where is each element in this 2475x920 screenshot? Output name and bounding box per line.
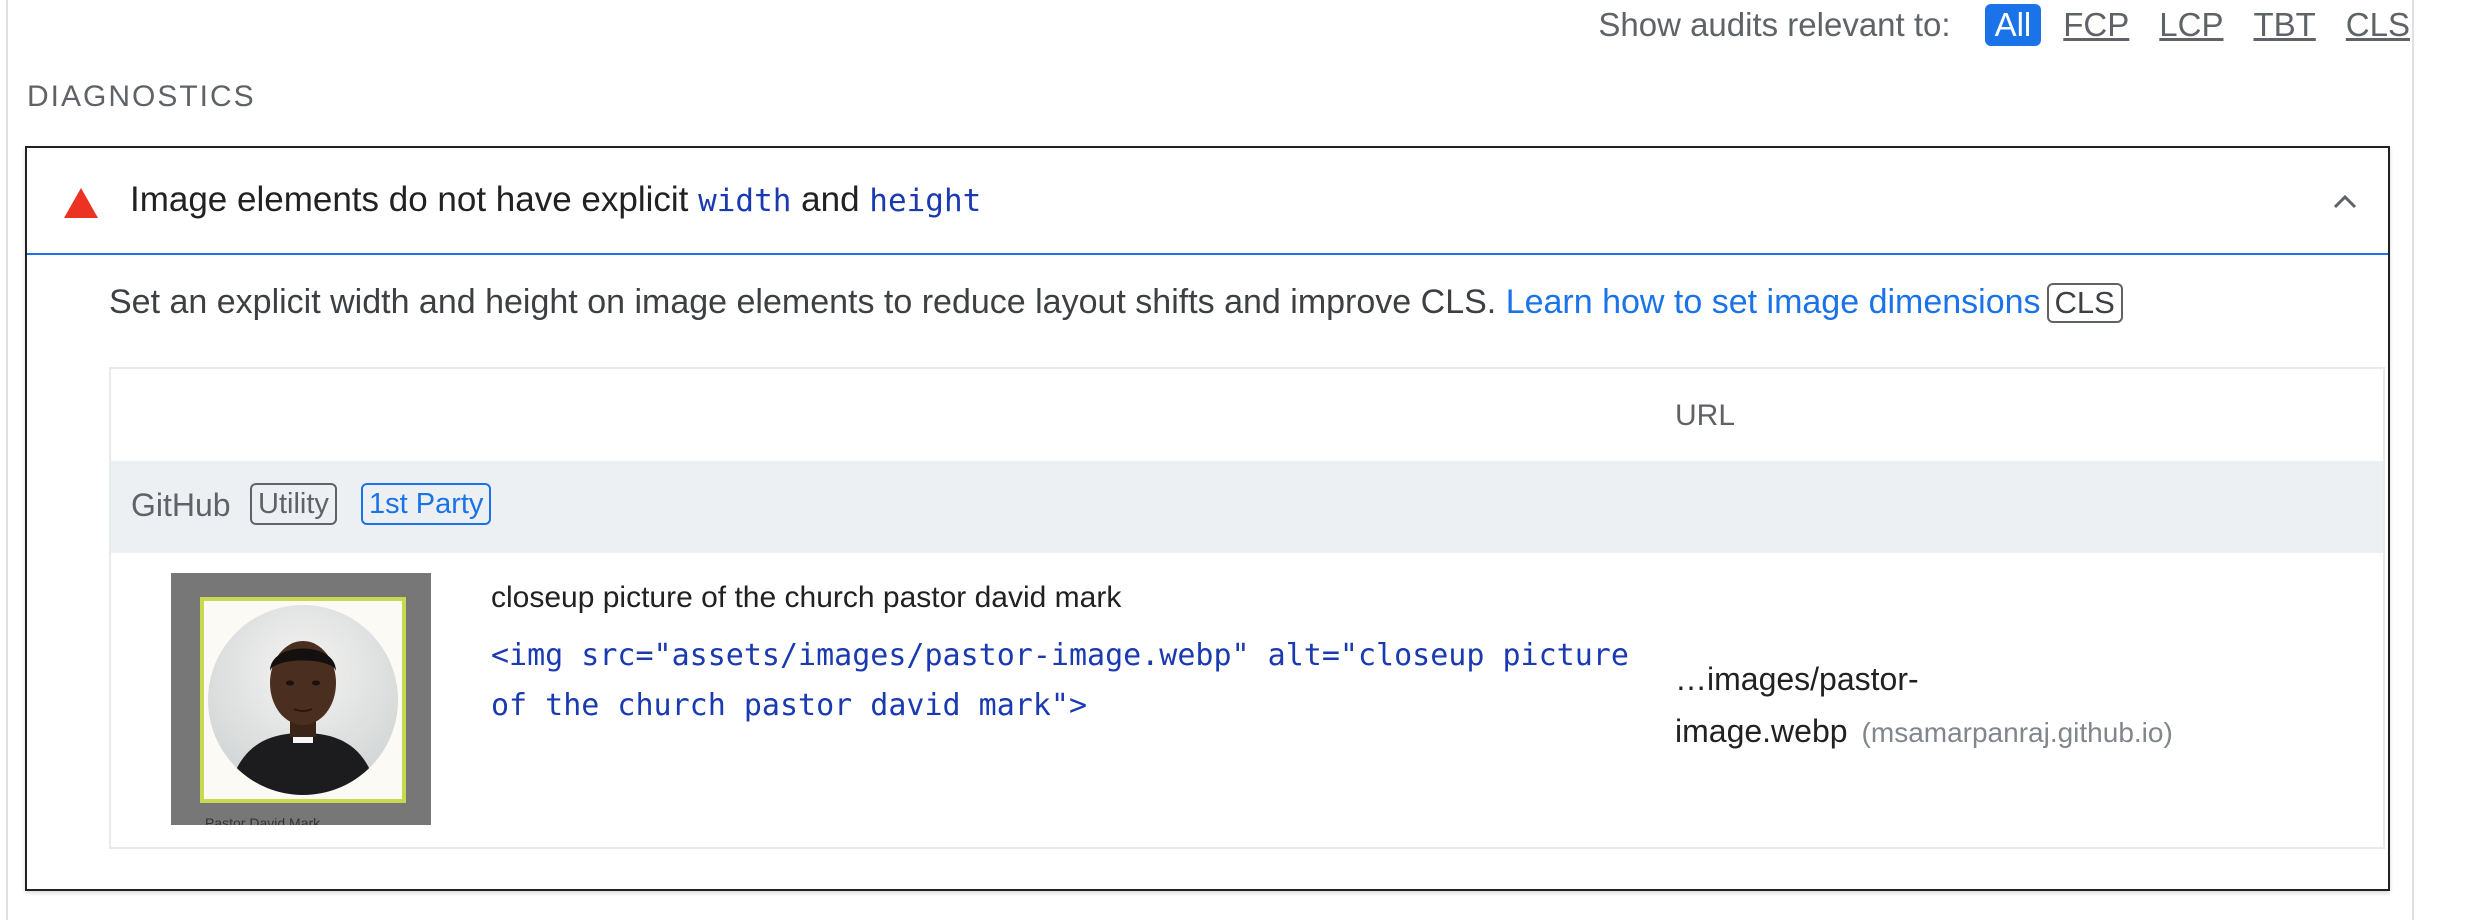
audit-title-code-width: width: [698, 183, 792, 219]
metric-badge-cls: CLS: [2046, 283, 2123, 323]
pastor-photo: [208, 605, 398, 795]
learn-more-link[interactable]: Learn how to set image dimensions: [1506, 283, 2041, 321]
audit-title: Image elements do not have explicit widt…: [130, 180, 981, 220]
entity-row: GitHub Utility 1st Party: [111, 461, 2383, 553]
audit-title-code-height: height: [869, 183, 982, 219]
table-row: Pastor David Mark closeup picture of the…: [111, 553, 2383, 849]
audit-description: Set an explicit width and height on imag…: [109, 283, 2123, 323]
filter-chip-lcp[interactable]: LCP: [2159, 4, 2223, 46]
audit-card-unsized-images: Image elements do not have explicit widt…: [25, 146, 2390, 891]
lighthouse-report-page: Show audits relevant to: All FCP LCP TBT…: [0, 0, 2475, 920]
panel-right-border: [2412, 0, 2414, 920]
audit-header[interactable]: Image elements do not have explicit widt…: [27, 148, 2388, 255]
entity-tag-utility: Utility: [250, 483, 337, 525]
node-label: closeup picture of the church pastor dav…: [491, 581, 1122, 614]
table-header: URL: [111, 369, 2383, 461]
filter-chip-all[interactable]: All: [1984, 4, 2042, 46]
node-snippet[interactable]: <img src="assets/images/pastor-image.web…: [491, 631, 1661, 731]
audit-description-text: Set an explicit width and height on imag…: [109, 283, 1506, 321]
element-screenshot-thumbnail[interactable]: Pastor David Mark: [171, 573, 431, 825]
url-cell: …images/pastor- image.webp (msamarpanraj.…: [1675, 653, 2355, 759]
filter-chip-tbt[interactable]: TBT: [2253, 4, 2315, 46]
panel-left-border: [6, 0, 8, 920]
filter-chip-cls[interactable]: CLS: [2346, 4, 2410, 46]
filter-label: Show audits relevant to:: [1598, 6, 1951, 43]
url-path-line2-wrap: image.webp (msamarpanraj.github.io): [1675, 705, 2355, 759]
url-path-line1: …images/pastor-: [1675, 661, 1919, 697]
warning-triangle-icon: [64, 188, 98, 218]
audit-title-mid: and: [791, 180, 870, 219]
filter-chip-fcp[interactable]: FCP: [2063, 4, 2129, 46]
url-host: (msamarpanraj.github.io): [1861, 717, 2173, 748]
entity-tag-first-party: 1st Party: [361, 483, 492, 525]
audit-title-prefix: Image elements do not have explicit: [130, 180, 699, 219]
thumbnail-caption: Pastor David Mark: [205, 815, 321, 825]
audit-filter-bar: Show audits relevant to: All FCP LCP TBT…: [1598, 0, 2410, 50]
thumbnail-frame: [200, 597, 406, 803]
url-path-line2[interactable]: image.webp: [1675, 713, 1848, 749]
column-header-url: URL: [1675, 399, 1736, 432]
section-title-diagnostics: DIAGNOSTICS: [27, 80, 256, 113]
entity-name: GitHub: [131, 487, 231, 523]
details-table: URL GitHub Utility 1st Party Pastor Davi…: [109, 367, 2385, 849]
chevron-up-icon[interactable]: [2330, 188, 2360, 214]
